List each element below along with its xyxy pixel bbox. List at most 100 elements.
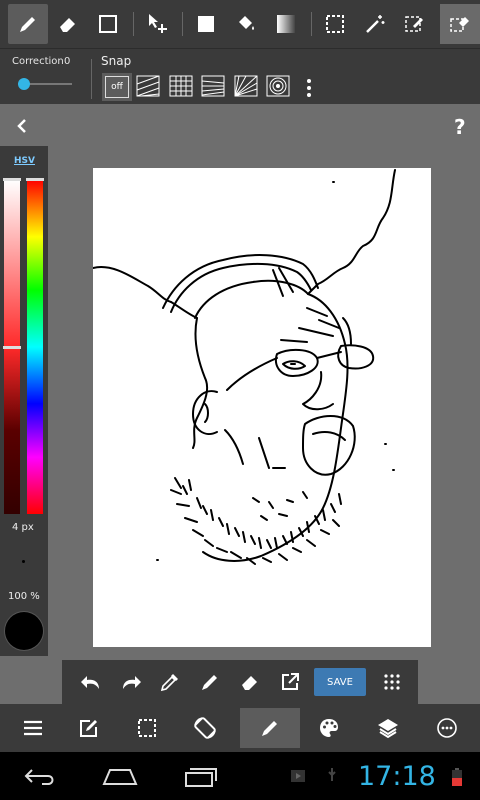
hue-thumb[interactable] bbox=[26, 178, 44, 181]
snap-off-label: off bbox=[105, 76, 129, 98]
select-pen-button[interactable] bbox=[395, 4, 435, 44]
fill-rect-tool-button[interactable] bbox=[186, 4, 226, 44]
snap-parallel-button[interactable] bbox=[136, 75, 162, 99]
eyedropper-button[interactable] bbox=[159, 671, 181, 693]
more-vert-icon bbox=[307, 79, 311, 97]
redo-icon bbox=[123, 676, 141, 689]
filled-square-icon bbox=[198, 16, 214, 32]
share-button[interactable] bbox=[279, 671, 301, 693]
rotate-screen-icon bbox=[194, 717, 216, 739]
selection-icon bbox=[138, 719, 156, 737]
magic-wand-icon bbox=[366, 15, 385, 33]
help-button[interactable]: ? bbox=[450, 114, 472, 139]
snap-concentric-icon bbox=[266, 75, 290, 97]
main-toolbar bbox=[0, 704, 480, 752]
hamburger-icon bbox=[24, 720, 42, 736]
undo-button[interactable] bbox=[79, 671, 103, 693]
eyedropper-icon bbox=[160, 674, 178, 692]
brush-menu-button[interactable] bbox=[240, 708, 300, 748]
edit-menu-button[interactable] bbox=[381, 671, 403, 693]
svg-text:?: ? bbox=[454, 115, 466, 138]
edit-bar: SAVE bbox=[62, 660, 418, 704]
menu-button[interactable] bbox=[22, 717, 44, 739]
grid-dots-icon bbox=[384, 674, 400, 690]
home-icon bbox=[102, 769, 138, 785]
brush-size-preview bbox=[22, 560, 25, 563]
move-tool-button[interactable] bbox=[137, 4, 177, 44]
layers-icon bbox=[378, 719, 398, 739]
eraser-icon bbox=[60, 18, 75, 32]
system-navigation-bar: 17:18 bbox=[0, 752, 480, 800]
move-icon bbox=[149, 14, 167, 33]
opacity-label: 100 % bbox=[8, 591, 40, 602]
pen-icon bbox=[202, 675, 217, 690]
pen-icon bbox=[20, 17, 35, 32]
correction-slider-thumb[interactable] bbox=[18, 78, 30, 90]
drawing-canvas[interactable] bbox=[92, 168, 431, 647]
paint-bucket-icon bbox=[239, 16, 254, 30]
recent-apps-icon bbox=[185, 768, 217, 787]
color-menu-button[interactable] bbox=[318, 717, 340, 739]
top-toolbar bbox=[0, 0, 480, 48]
save-button[interactable]: SAVE bbox=[314, 668, 366, 696]
quick-pen-button[interactable] bbox=[199, 671, 221, 693]
select-tool-button[interactable] bbox=[315, 4, 355, 44]
correction-value: 0 bbox=[64, 56, 71, 67]
layers-button[interactable] bbox=[376, 717, 400, 739]
media-notification-icon bbox=[290, 768, 306, 782]
current-color-swatch[interactable] bbox=[5, 612, 43, 650]
eraser-tool-button[interactable] bbox=[48, 4, 88, 44]
snap-concentric-button[interactable] bbox=[266, 75, 292, 99]
export-icon bbox=[282, 673, 299, 690]
recent-apps-button[interactable] bbox=[182, 764, 220, 788]
options-bar: Correction 0 Snap off bbox=[0, 48, 480, 105]
snap-grid-button[interactable] bbox=[169, 75, 195, 99]
layer-edit-button[interactable] bbox=[78, 717, 100, 739]
battery-icon bbox=[452, 768, 462, 786]
collapse-panel-button[interactable] bbox=[12, 116, 32, 136]
quick-eraser-button[interactable] bbox=[239, 671, 261, 693]
rectangle-icon bbox=[99, 15, 117, 33]
more-options-button[interactable] bbox=[436, 717, 458, 739]
usb-notification-icon bbox=[326, 767, 338, 783]
color-mode-tab[interactable]: HSV bbox=[14, 156, 35, 166]
gradient-tool-button[interactable] bbox=[266, 4, 306, 44]
selection-menu-button[interactable] bbox=[136, 717, 158, 739]
palette-icon bbox=[320, 719, 338, 737]
snap-more-button[interactable] bbox=[302, 77, 316, 99]
snap-radial-button[interactable] bbox=[234, 75, 260, 99]
snap-off-button[interactable]: off bbox=[102, 73, 132, 101]
value-thumb[interactable] bbox=[3, 178, 21, 181]
snap-grid-icon bbox=[169, 75, 193, 97]
snap-perspective-button[interactable] bbox=[201, 75, 227, 99]
clock: 17:18 bbox=[358, 761, 436, 792]
back-button[interactable] bbox=[22, 764, 58, 788]
chevron-left-icon bbox=[17, 119, 26, 133]
bucket-tool-button[interactable] bbox=[226, 4, 266, 44]
color-panel: HSV 4 px 100 % bbox=[0, 146, 48, 656]
rotate-canvas-button[interactable] bbox=[192, 715, 218, 741]
snap-perspective-icon bbox=[201, 75, 225, 97]
back-arrow-icon bbox=[24, 769, 54, 785]
hue-slider[interactable] bbox=[27, 180, 43, 514]
eraser-icon bbox=[242, 676, 257, 690]
brush-size-label: 4 px bbox=[12, 522, 34, 533]
correction-label: Correction bbox=[12, 56, 64, 67]
line-drawing bbox=[92, 169, 396, 565]
redo-button[interactable] bbox=[119, 671, 143, 693]
help-icon: ? bbox=[454, 115, 466, 139]
home-button[interactable] bbox=[100, 764, 140, 788]
selection-icon bbox=[326, 15, 344, 33]
select-eraser-icon bbox=[450, 17, 469, 32]
snap-radial-icon bbox=[234, 75, 258, 97]
more-circle-icon bbox=[437, 718, 457, 738]
select-eraser-button[interactable] bbox=[440, 4, 480, 44]
pen-tool-button[interactable] bbox=[8, 4, 48, 44]
edit-box-icon bbox=[80, 720, 97, 737]
saturation-thumb[interactable] bbox=[3, 346, 21, 349]
shape-tool-button[interactable] bbox=[88, 4, 128, 44]
snap-label: Snap bbox=[101, 54, 132, 68]
magic-wand-button[interactable] bbox=[355, 4, 395, 44]
undo-icon bbox=[81, 676, 99, 689]
pen-icon bbox=[262, 721, 277, 736]
